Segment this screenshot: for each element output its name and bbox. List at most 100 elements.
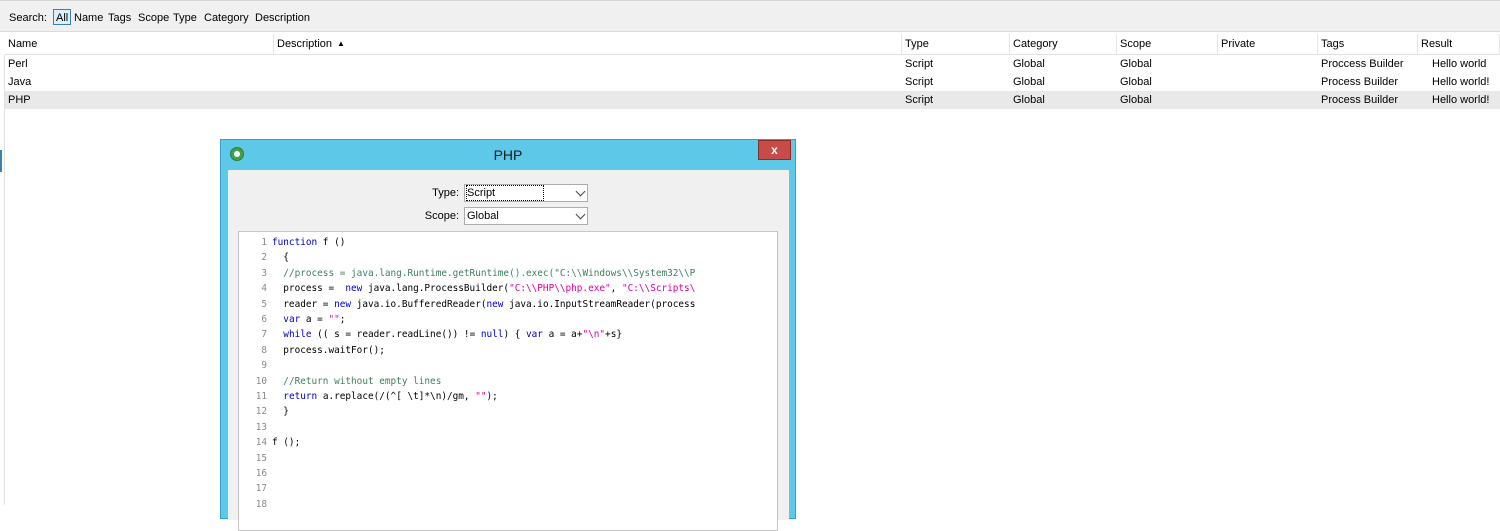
line-number: 12 <box>255 406 267 418</box>
column-header-private[interactable]: Private <box>1218 34 1318 54</box>
scope-label: Scope: <box>424 210 459 222</box>
cell-result: Hello world <box>1432 58 1487 70</box>
column-header-tags[interactable]: Tags <box>1318 34 1418 54</box>
type-label: Type: <box>432 187 459 199</box>
search-bar: Search: All Name Tags Scope Type Categor… <box>0 0 1500 32</box>
code-line: 11 return a.replace(/(^[ \t]*\n)/gm, "")… <box>239 389 777 404</box>
cell-result: Hello world! <box>1432 94 1490 106</box>
code-line: 15 <box>239 451 777 466</box>
line-number: 1 <box>261 237 267 248</box>
column-header-name[interactable]: Name <box>5 34 274 54</box>
scope-select-value: Global <box>467 210 499 222</box>
code-text: return a.replace(/(^[ \t]*\n)/gm, ""); <box>283 391 498 402</box>
cell-name: Perl <box>8 58 28 70</box>
line-number: 9 <box>261 360 267 372</box>
column-header-description[interactable]: Description ▲ <box>274 34 902 54</box>
table-row[interactable]: Java Script Global Global Process Builde… <box>5 73 1500 91</box>
column-header-label: Description <box>277 38 333 50</box>
code-line: 9 <box>239 358 777 373</box>
column-header-category[interactable]: Category <box>1010 34 1117 54</box>
filter-description[interactable]: Description <box>255 12 310 24</box>
line-number: 2 <box>261 252 267 264</box>
column-header-type[interactable]: Type <box>902 34 1010 54</box>
column-header-label: Category <box>1013 38 1058 50</box>
filter-scope[interactable]: Scope <box>138 12 169 24</box>
cell-scope: Global <box>1120 58 1152 70</box>
filter-tags[interactable]: Tags <box>108 12 131 24</box>
sort-ascending-icon: ▲ <box>337 39 345 48</box>
table-row[interactable]: PHP Script Global Global Process Builder… <box>5 91 1500 109</box>
table-left-border <box>4 55 5 505</box>
code-line: 16 <box>239 466 777 481</box>
type-select[interactable]: Script <box>464 184 588 202</box>
code-text: //process = java.lang.Runtime.getRuntime… <box>283 267 696 279</box>
code-text: while (( s = reader.readLine()) != null)… <box>283 329 622 341</box>
line-number: 5 <box>261 298 267 310</box>
code-text: //Return without empty lines <box>283 375 442 387</box>
code-line: 18 <box>239 497 777 512</box>
code-line: 7 while (( s = reader.readLine()) != nul… <box>239 327 777 342</box>
cell-type: Script <box>905 94 934 106</box>
code-line: 10 //Return without empty lines <box>239 374 777 389</box>
code-editor[interactable]: 1 function f () 2 {3 //process = java.lang… <box>238 231 778 531</box>
code-line: 12 } <box>239 404 777 419</box>
line-number: 7 <box>261 329 267 341</box>
code-text: f (); <box>272 437 301 449</box>
line-number: 6 <box>261 314 267 325</box>
column-header-label: Name <box>8 38 38 50</box>
filter-all[interactable]: All <box>53 9 72 25</box>
cell-type: Script <box>905 76 934 88</box>
dialog-body: Type: Script Scope: Global 1 function f (… <box>228 170 789 531</box>
close-button[interactable]: x <box>758 140 791 160</box>
code-line: 6 var a = ""; <box>239 312 777 327</box>
code-line: 14 f (); <box>239 435 777 450</box>
column-header-label: Private <box>1221 38 1256 50</box>
column-header-result[interactable]: Result <box>1418 34 1500 54</box>
code-line: 3 //process = java.lang.Runtime.getRunti… <box>239 266 777 281</box>
filter-category[interactable]: Category <box>204 12 249 24</box>
search-label: Search: <box>9 12 47 24</box>
filter-type[interactable]: Type <box>173 12 197 24</box>
filter-name[interactable]: Name <box>74 12 103 24</box>
code-line: 8 process.waitFor(); <box>239 343 777 358</box>
line-number: 3 <box>261 267 267 279</box>
line-number: 14 <box>255 437 267 449</box>
column-header-label: Tags <box>1321 38 1345 50</box>
code-text: { <box>272 252 289 264</box>
line-number: 15 <box>255 452 267 464</box>
scope-select[interactable]: Global <box>464 207 588 225</box>
code-line: 4 process = new java.lang.ProcessBuilder… <box>239 281 777 296</box>
close-icon: x <box>771 143 778 157</box>
cell-category: Global <box>1013 94 1045 106</box>
code-text: process = new java.lang.ProcessBuilder("… <box>272 283 696 295</box>
cell-scope: Global <box>1120 76 1152 88</box>
chevron-down-icon <box>575 209 586 220</box>
cell-name: PHP <box>8 94 31 106</box>
dialog-title: PHP <box>493 147 523 163</box>
line-number: 17 <box>255 483 267 495</box>
cell-result: Hello world! <box>1432 76 1490 88</box>
cell-scope: Global <box>1120 94 1152 106</box>
cell-tags: Process Builder <box>1321 94 1399 106</box>
code-text: } <box>272 406 289 418</box>
line-number: 10 <box>255 375 267 387</box>
column-header-scope[interactable]: Scope <box>1117 34 1218 54</box>
code-text: function f () <box>272 237 346 248</box>
line-number: 4 <box>261 283 267 295</box>
chevron-down-icon <box>575 186 586 197</box>
column-header-label: Scope <box>1120 38 1152 50</box>
code-line: 2 { <box>239 250 777 265</box>
column-header-label: Result <box>1421 38 1453 50</box>
script-dialog: PHP x Type: Script Scope: Global 1 functi… <box>220 139 796 531</box>
code-line: 17 <box>239 481 777 496</box>
line-number: 18 <box>255 498 267 510</box>
line-number: 13 <box>255 421 267 433</box>
column-header-label: Type <box>905 38 929 50</box>
code-line: 13 <box>239 420 777 435</box>
code-line: 5 reader = new java.io.BufferedReader(ne… <box>239 297 777 312</box>
cell-category: Global <box>1013 58 1045 70</box>
line-number: 8 <box>261 344 267 356</box>
table-row[interactable]: Perl Script Global Global Proccess Build… <box>5 55 1500 73</box>
cell-name: Java <box>8 76 32 88</box>
code-text: reader = new java.io.BufferedReader(new … <box>272 298 696 310</box>
